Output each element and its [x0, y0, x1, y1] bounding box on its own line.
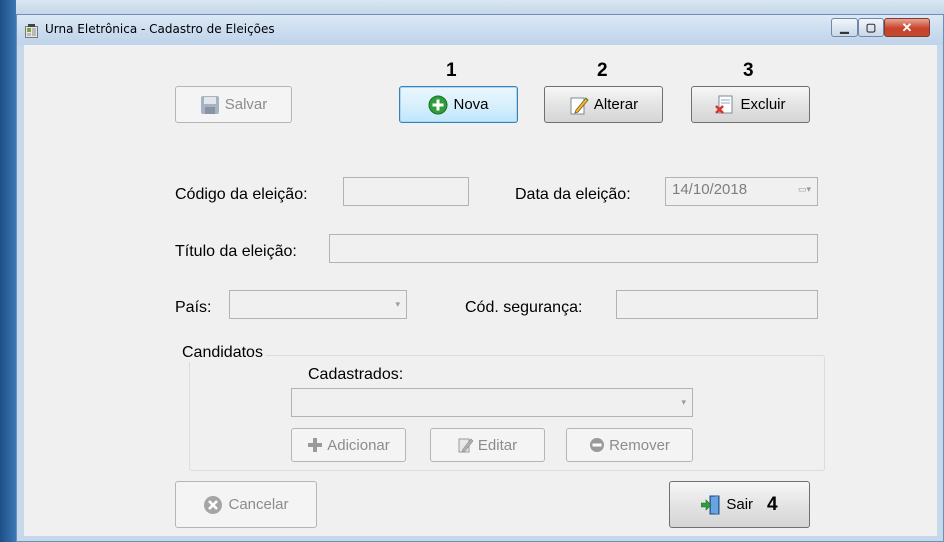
election-date-value: 14/10/2018 — [672, 181, 748, 198]
exit-button[interactable]: Sair 4 — [669, 481, 810, 528]
maximize-icon: ▢ — [865, 22, 877, 34]
close-icon: ✕ — [901, 19, 913, 35]
cancel-button-label: Cancelar — [228, 496, 289, 513]
remove-candidate-button[interactable]: Remover — [566, 428, 693, 462]
save-button-label: Salvar — [224, 96, 268, 113]
add-candidate-button[interactable]: Adicionar — [291, 428, 406, 462]
remove-candidate-label: Remover — [609, 436, 670, 454]
annotation-number-3: 3 — [743, 60, 754, 81]
pencil-document-icon — [570, 96, 589, 114]
annotation-number-2: 2 — [597, 60, 608, 81]
election-code-input[interactable] — [343, 177, 469, 206]
calendar-dropdown-icon: ▭▾ — [797, 184, 811, 194]
chevron-down-icon: ▾ — [681, 397, 686, 407]
green-plus-circle-icon — [428, 95, 448, 114]
election-title-label: Título da eleição: — [175, 243, 297, 260]
election-date-picker[interactable]: 14/10/2018 ▭▾ — [665, 177, 818, 206]
door-green-arrow-icon — [701, 495, 720, 514]
annotation-number-4: 4 — [767, 493, 778, 515]
new-button[interactable]: Nova — [399, 86, 518, 123]
registered-candidates-label: Cadastrados: — [308, 366, 404, 383]
edit-button[interactable]: Alterar — [544, 86, 663, 123]
election-title-input[interactable] — [329, 234, 818, 263]
delete-button[interactable]: Excluir — [691, 86, 810, 123]
window-title: Urna Eletrônica - Cadastro de Eleições — [45, 22, 275, 36]
save-button[interactable]: Salvar — [175, 86, 292, 123]
minimize-icon: ▁ — [840, 22, 849, 34]
app-icon — [25, 24, 38, 38]
app-window: Urna Eletrônica - Cadastro de Eleições ▁… — [16, 14, 944, 542]
add-candidate-label: Adicionar — [327, 436, 390, 454]
cancel-button[interactable]: Cancelar — [175, 481, 317, 528]
grey-x-circle-icon — [204, 495, 223, 514]
edit-candidate-label: Editar — [477, 436, 518, 454]
edit-button-label: Alterar — [593, 96, 639, 113]
grey-plus-icon — [308, 438, 323, 452]
minimize-button[interactable]: ▁ — [831, 18, 858, 37]
maximize-button[interactable]: ▢ — [858, 18, 884, 37]
form-client-area: 1 2 3 Salvar Nova Alterar Excluir Código… — [24, 45, 937, 536]
country-label: País: — [175, 299, 212, 316]
delete-button-label: Excluir — [740, 96, 786, 113]
close-button[interactable]: ✕ — [884, 18, 930, 37]
candidates-group-label: Candidatos — [179, 344, 266, 362]
security-code-label: Cód. segurança: — [465, 299, 583, 316]
new-button-label: Nova — [453, 96, 489, 113]
chevron-down-icon: ▾ — [395, 299, 400, 309]
country-select[interactable]: ▾ — [229, 290, 407, 319]
annotation-number-1: 1 — [446, 60, 457, 81]
title-bar[interactable]: Urna Eletrônica - Cadastro de Eleições ▁… — [17, 15, 943, 45]
registered-candidates-select[interactable]: ▾ — [291, 388, 693, 417]
desktop-background-top — [0, 0, 944, 14]
edit-candidate-button[interactable]: Editar — [430, 428, 545, 462]
floppy-disk-icon — [200, 95, 219, 114]
pencil-document-icon — [458, 438, 474, 453]
exit-button-label: Sair — [726, 496, 754, 513]
election-code-label: Código da eleição: — [175, 186, 308, 203]
grey-minus-circle-icon — [590, 438, 605, 452]
document-red-x-icon — [715, 95, 733, 114]
election-date-label: Data da eleição: — [515, 186, 631, 203]
desktop-background-left — [0, 0, 16, 542]
security-code-input[interactable] — [616, 290, 818, 319]
